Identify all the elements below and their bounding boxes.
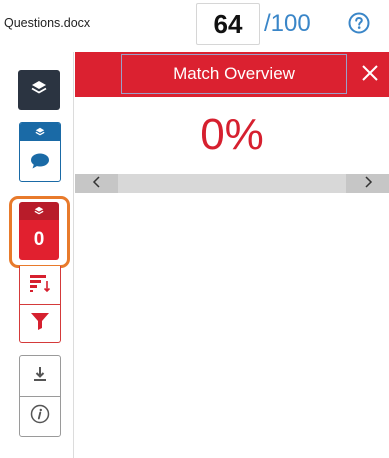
chevron-right-icon xyxy=(363,175,373,193)
sort-icon xyxy=(29,273,51,298)
question-circle-icon[interactable] xyxy=(348,12,370,34)
match-overview-button[interactable]: 0 xyxy=(19,202,59,260)
layers-icon xyxy=(20,123,60,141)
match-percentage: 0% xyxy=(200,110,264,159)
chevron-left-icon xyxy=(92,175,102,193)
match-count-badge: 0 xyxy=(19,220,59,260)
layers-icon xyxy=(19,202,59,220)
top-bar: Questions.docx 64 /100 xyxy=(0,0,389,52)
filter-icon xyxy=(30,312,50,335)
match-overview-panel: Match Overview 0% xyxy=(75,52,389,458)
info-button[interactable] xyxy=(20,396,60,436)
score-value: 64 xyxy=(196,3,260,45)
close-button[interactable] xyxy=(355,56,385,94)
download-icon xyxy=(31,365,49,388)
panel-title: Match Overview xyxy=(121,54,347,94)
download-button[interactable] xyxy=(20,356,60,396)
sidebar: 0 xyxy=(0,52,74,458)
document-filename: Questions.docx xyxy=(4,16,91,30)
panel-header: Match Overview xyxy=(75,52,389,97)
quickmark-comments-button[interactable] xyxy=(19,122,61,182)
filter-button[interactable] xyxy=(20,304,60,342)
horizontal-scrollbar[interactable] xyxy=(75,174,389,193)
close-icon xyxy=(362,64,378,86)
scroll-left-button[interactable] xyxy=(75,174,118,193)
sort-button[interactable] xyxy=(20,266,60,304)
all-sources-button[interactable] xyxy=(18,70,60,110)
layers-icon xyxy=(29,78,49,103)
utility-tools-group xyxy=(19,355,61,437)
scroll-right-button[interactable] xyxy=(346,174,389,193)
match-tools-group xyxy=(19,266,61,343)
score-total: /100 xyxy=(264,10,311,37)
info-icon xyxy=(30,404,50,429)
comment-icon xyxy=(20,141,60,181)
